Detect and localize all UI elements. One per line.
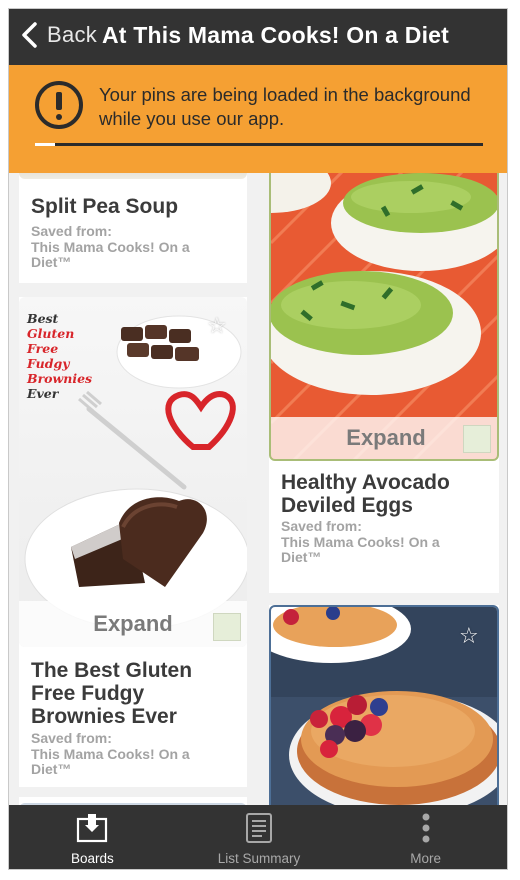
pin-title: The Best Gluten Free Fudgy Brownies Ever bbox=[31, 659, 193, 728]
pin-image: Best Gluten Free Fudgy Brownies Ever ☆ E… bbox=[19, 297, 247, 647]
pins-grid[interactable]: Split Pea Soup Saved from: This Mama Coo… bbox=[9, 173, 507, 805]
pin-source: This Mama Cooks! On a Diet™ bbox=[31, 746, 190, 777]
chevron-left-icon bbox=[22, 22, 37, 48]
bottom-tab-bar: Boards List Summary More bbox=[9, 805, 507, 869]
loading-banner: Your pins are being loaded in the backgr… bbox=[9, 65, 507, 173]
pin-card-next[interactable] bbox=[19, 797, 247, 805]
pin-card-brownies[interactable]: Best Gluten Free Fudgy Brownies Ever ☆ E… bbox=[19, 297, 247, 787]
back-label: Back bbox=[47, 22, 98, 47]
pin-card-split-pea-soup[interactable]: Split Pea Soup Saved from: This Mama Coo… bbox=[19, 173, 247, 283]
saved-from-label: Saved from: bbox=[31, 730, 112, 746]
pin-title: Healthy Avocado Deviled Eggs bbox=[281, 471, 450, 517]
pin-image: ☆ bbox=[269, 605, 499, 805]
saved-from-label: Saved from: bbox=[31, 223, 112, 239]
tab-boards[interactable]: Boards bbox=[9, 805, 176, 869]
board-thumbnail bbox=[213, 613, 241, 641]
tab-label: List Summary bbox=[217, 851, 301, 866]
tab-list-summary[interactable]: List Summary bbox=[176, 805, 343, 869]
tab-label: Boards bbox=[70, 851, 114, 866]
loading-progress-bar bbox=[35, 143, 483, 146]
pin-source: This Mama Cooks! On a Diet™ bbox=[281, 534, 440, 565]
page-title: At This Mama Cooks! On a Diet bbox=[102, 22, 450, 48]
more-vertical-icon bbox=[422, 813, 430, 843]
board-thumbnail bbox=[463, 425, 491, 453]
list-icon bbox=[246, 813, 272, 843]
boards-icon bbox=[77, 814, 108, 843]
star-icon[interactable]: ☆ bbox=[459, 623, 479, 649]
alert-circle-icon bbox=[35, 81, 83, 129]
pin-title: Split Pea Soup bbox=[31, 195, 179, 218]
pin-card-pancakes[interactable]: ☆ bbox=[269, 605, 499, 805]
pin-source: This Mama Cooks! On a Diet™ bbox=[31, 239, 190, 270]
pin-image-caption: Best Gluten Free Fudgy Brownies Ever bbox=[27, 311, 93, 401]
navigation-bar: Back At This Mama Cooks! On a Diet bbox=[9, 9, 507, 65]
saved-from-label: Saved from: bbox=[281, 518, 362, 534]
loading-progress-fill bbox=[35, 143, 56, 146]
pin-image: Expand bbox=[269, 173, 499, 461]
star-icon[interactable]: ☆ bbox=[207, 313, 227, 339]
pin-image bbox=[19, 173, 247, 179]
banner-message: Your pins are being loaded in the backgr… bbox=[99, 84, 471, 129]
tab-label: More bbox=[410, 851, 442, 866]
pin-card-deviled-eggs[interactable]: Expand Healthy Avocado Deviled Eggs Save… bbox=[269, 173, 499, 593]
app-screen: Back At This Mama Cooks! On a Diet Your … bbox=[8, 8, 508, 870]
tab-more[interactable]: More bbox=[342, 805, 507, 869]
back-button[interactable]: Back bbox=[19, 21, 97, 49]
